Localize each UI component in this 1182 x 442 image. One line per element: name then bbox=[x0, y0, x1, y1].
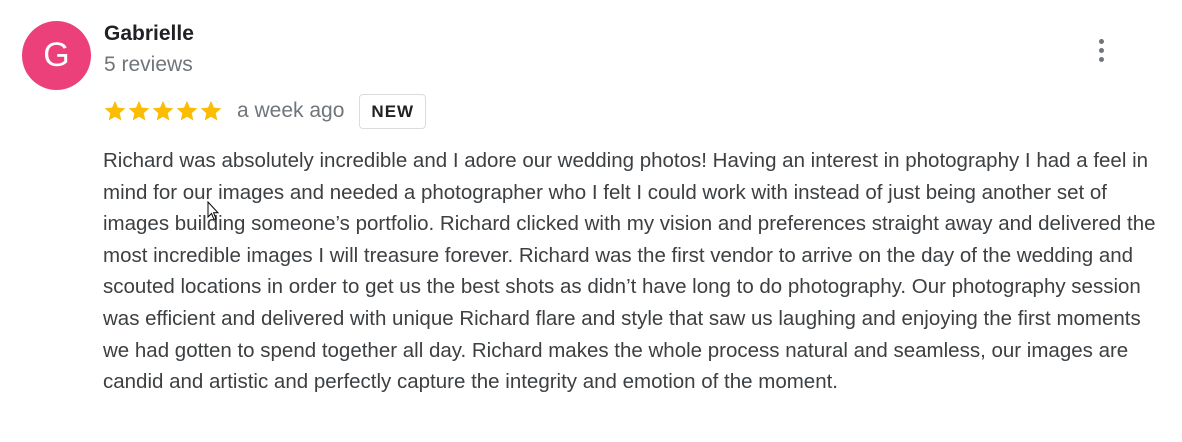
author-name[interactable]: Gabrielle bbox=[104, 22, 194, 46]
more-options-button[interactable] bbox=[1086, 34, 1116, 66]
star-icon bbox=[127, 99, 151, 123]
star-icon bbox=[103, 99, 127, 123]
review-card: G Gabrielle 5 reviews a week ago NEW Ric… bbox=[0, 0, 1182, 442]
avatar[interactable]: G bbox=[22, 21, 91, 90]
rating-row: a week ago NEW bbox=[103, 93, 427, 129]
review-date: a week ago bbox=[237, 99, 345, 122]
more-vert-icon-dot bbox=[1098, 56, 1104, 62]
review-count[interactable]: 5 reviews bbox=[104, 53, 193, 77]
star-icon bbox=[199, 99, 223, 123]
review-text: Richard was absolutely incredible and I … bbox=[103, 149, 1156, 394]
new-badge: NEW bbox=[359, 93, 427, 129]
star-icon bbox=[175, 99, 199, 123]
star-rating bbox=[103, 99, 223, 123]
more-vert-icon-dot bbox=[1098, 38, 1104, 44]
more-vert-icon-dot bbox=[1098, 47, 1104, 53]
star-icon bbox=[151, 99, 175, 123]
avatar-letter: G bbox=[43, 36, 70, 74]
